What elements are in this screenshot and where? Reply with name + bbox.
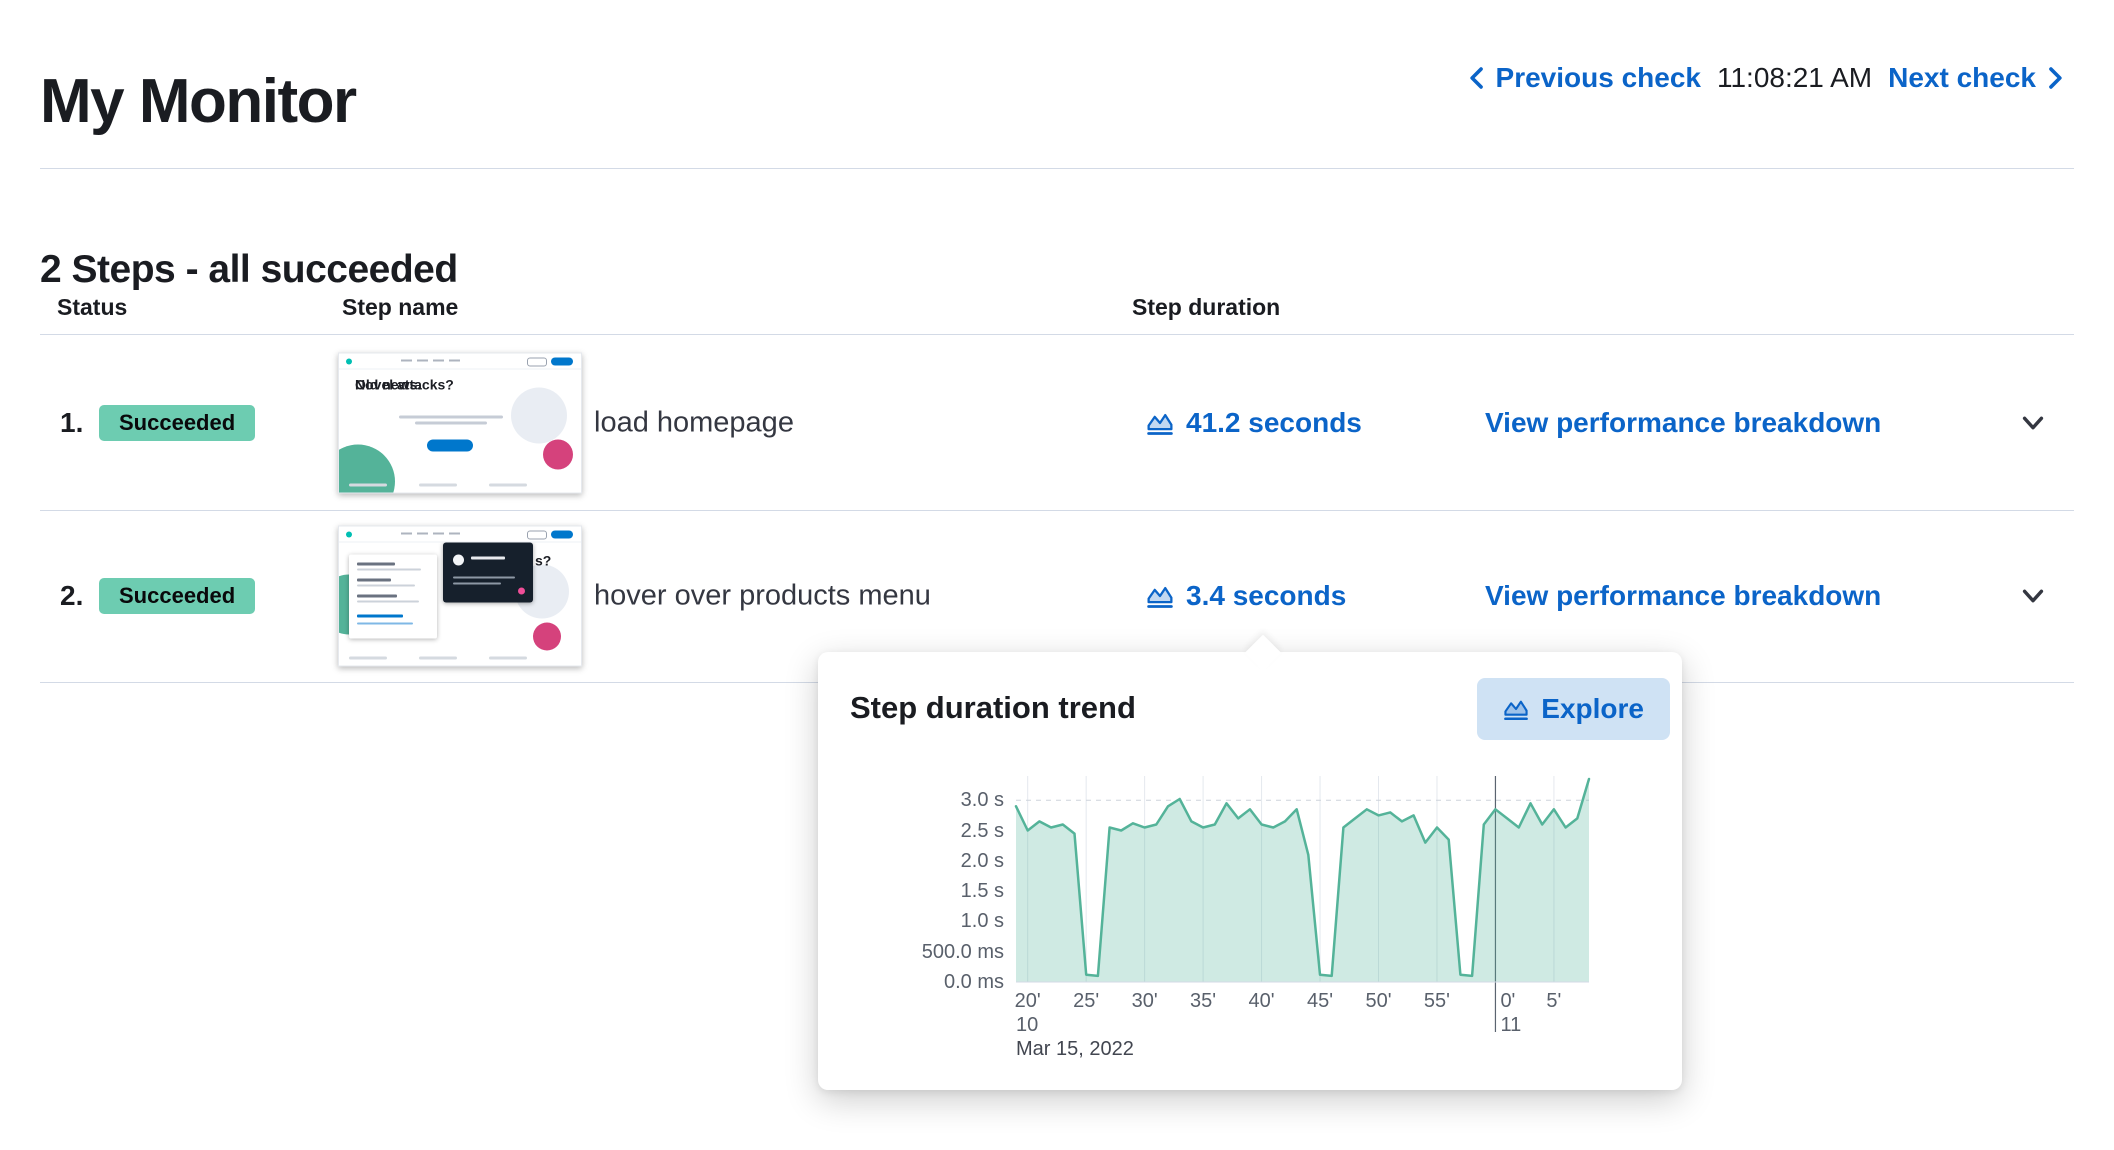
thumb-footer-line xyxy=(419,656,457,660)
step-name: hover over products menu xyxy=(594,579,931,612)
chevron-right-icon xyxy=(2042,65,2068,91)
chevron-down-icon[interactable] xyxy=(2018,408,2048,438)
steps-heading: 2 Steps - all succeeded xyxy=(40,248,458,292)
thumb-cta-button-shape xyxy=(427,439,473,451)
thumb-footer-line xyxy=(419,483,457,486)
trend-chart-plot xyxy=(1014,776,1591,1032)
thumb-navbar xyxy=(339,526,581,543)
chevron-down-icon[interactable] xyxy=(2018,581,2048,611)
previous-check-link[interactable]: Previous check xyxy=(1464,62,1701,94)
next-check-label: Next check xyxy=(1888,62,2036,93)
check-time: 11:08:21 AM xyxy=(1716,62,1873,93)
step-duration-value: 3.4 seconds xyxy=(1186,580,1347,611)
explore-button[interactable]: Explore xyxy=(1477,678,1670,740)
previous-check-label: Previous check xyxy=(1495,62,1701,93)
step-screenshot-thumbnail[interactable]: Novel attacks? Old news. xyxy=(338,352,582,493)
explore-button-label: Explore xyxy=(1541,693,1644,724)
trend-hour-axis: 10 11 xyxy=(1016,1014,1522,1036)
area-chart-icon xyxy=(1146,582,1174,610)
status-badge: Succeeded xyxy=(99,404,256,441)
step-name: load homepage xyxy=(594,406,794,438)
thumb-footer-line xyxy=(489,483,527,486)
thumb-pink-circle-shape xyxy=(543,439,573,469)
view-performance-breakdown-link[interactable]: View performance breakdown xyxy=(1485,580,1881,612)
thumb-logo-icon xyxy=(346,358,352,364)
step-duration-link[interactable]: 3.4 seconds xyxy=(1146,580,1346,612)
thumb-logo-icon xyxy=(346,531,352,538)
column-header-status: Status xyxy=(57,294,128,320)
thumb-headline-fragment: s? xyxy=(535,552,552,569)
trend-chart: 3.0 s 2.5 s 2.0 s 1.5 s 1.0 s 500.0 ms 0.0 ms … xyxy=(922,776,1591,1060)
thumb-caption-line xyxy=(415,421,487,424)
column-header-step-name: Step name xyxy=(342,294,459,320)
view-performance-breakdown-link[interactable]: View performance breakdown xyxy=(1485,407,1881,439)
column-header-step-duration: Step duration xyxy=(1132,294,1281,320)
status-badge: Succeeded xyxy=(99,578,256,614)
header-divider xyxy=(40,168,2074,169)
popover-title: Step duration trend xyxy=(850,690,1136,725)
next-check-link[interactable]: Next check xyxy=(1888,62,2068,94)
thumb-gray-circle-shape xyxy=(511,387,567,443)
thumb-navbar xyxy=(339,353,581,369)
thumb-menu-panel xyxy=(349,554,437,639)
trend-y-axis: 3.0 s 2.5 s 2.0 s 1.5 s 1.0 s 500.0 ms 0.0 ms xyxy=(921,789,1004,993)
step-duration-link[interactable]: 41.2 seconds xyxy=(1146,407,1362,439)
thumb-footer-line xyxy=(349,483,387,486)
chevron-left-icon xyxy=(1464,65,1490,91)
step-duration-popover: Step duration trend Explore 3.0 s 2.5 s 2.… xyxy=(818,634,1682,1090)
area-chart-icon xyxy=(1503,696,1529,722)
step-row: 1. Succeeded Novel attacks? Old news. lo… xyxy=(40,335,2074,511)
trend-date-label: Mar 15, 2022 xyxy=(1016,1038,1134,1060)
page-title: My Monitor xyxy=(40,66,357,136)
step-screenshot-thumbnail[interactable]: s? xyxy=(338,525,582,667)
step-index: 1. xyxy=(60,406,84,438)
area-chart-icon xyxy=(1146,409,1174,437)
thumb-dark-menu-panel xyxy=(443,542,533,603)
thumb-caption-line xyxy=(399,415,503,418)
step-duration-value: 41.2 seconds xyxy=(1186,406,1362,438)
thumb-pink-circle-shape xyxy=(533,622,561,651)
thumb-footer-line xyxy=(489,656,527,660)
step-index: 2. xyxy=(60,580,84,611)
trend-x-axis: 20' 25' 30' 35' 40' 45' 50' 55' 0' 5' xyxy=(1014,990,1562,1012)
thumb-footer-line xyxy=(349,656,387,660)
check-navigation: Previous check 11:08:21 AM Next check xyxy=(1464,62,2068,94)
